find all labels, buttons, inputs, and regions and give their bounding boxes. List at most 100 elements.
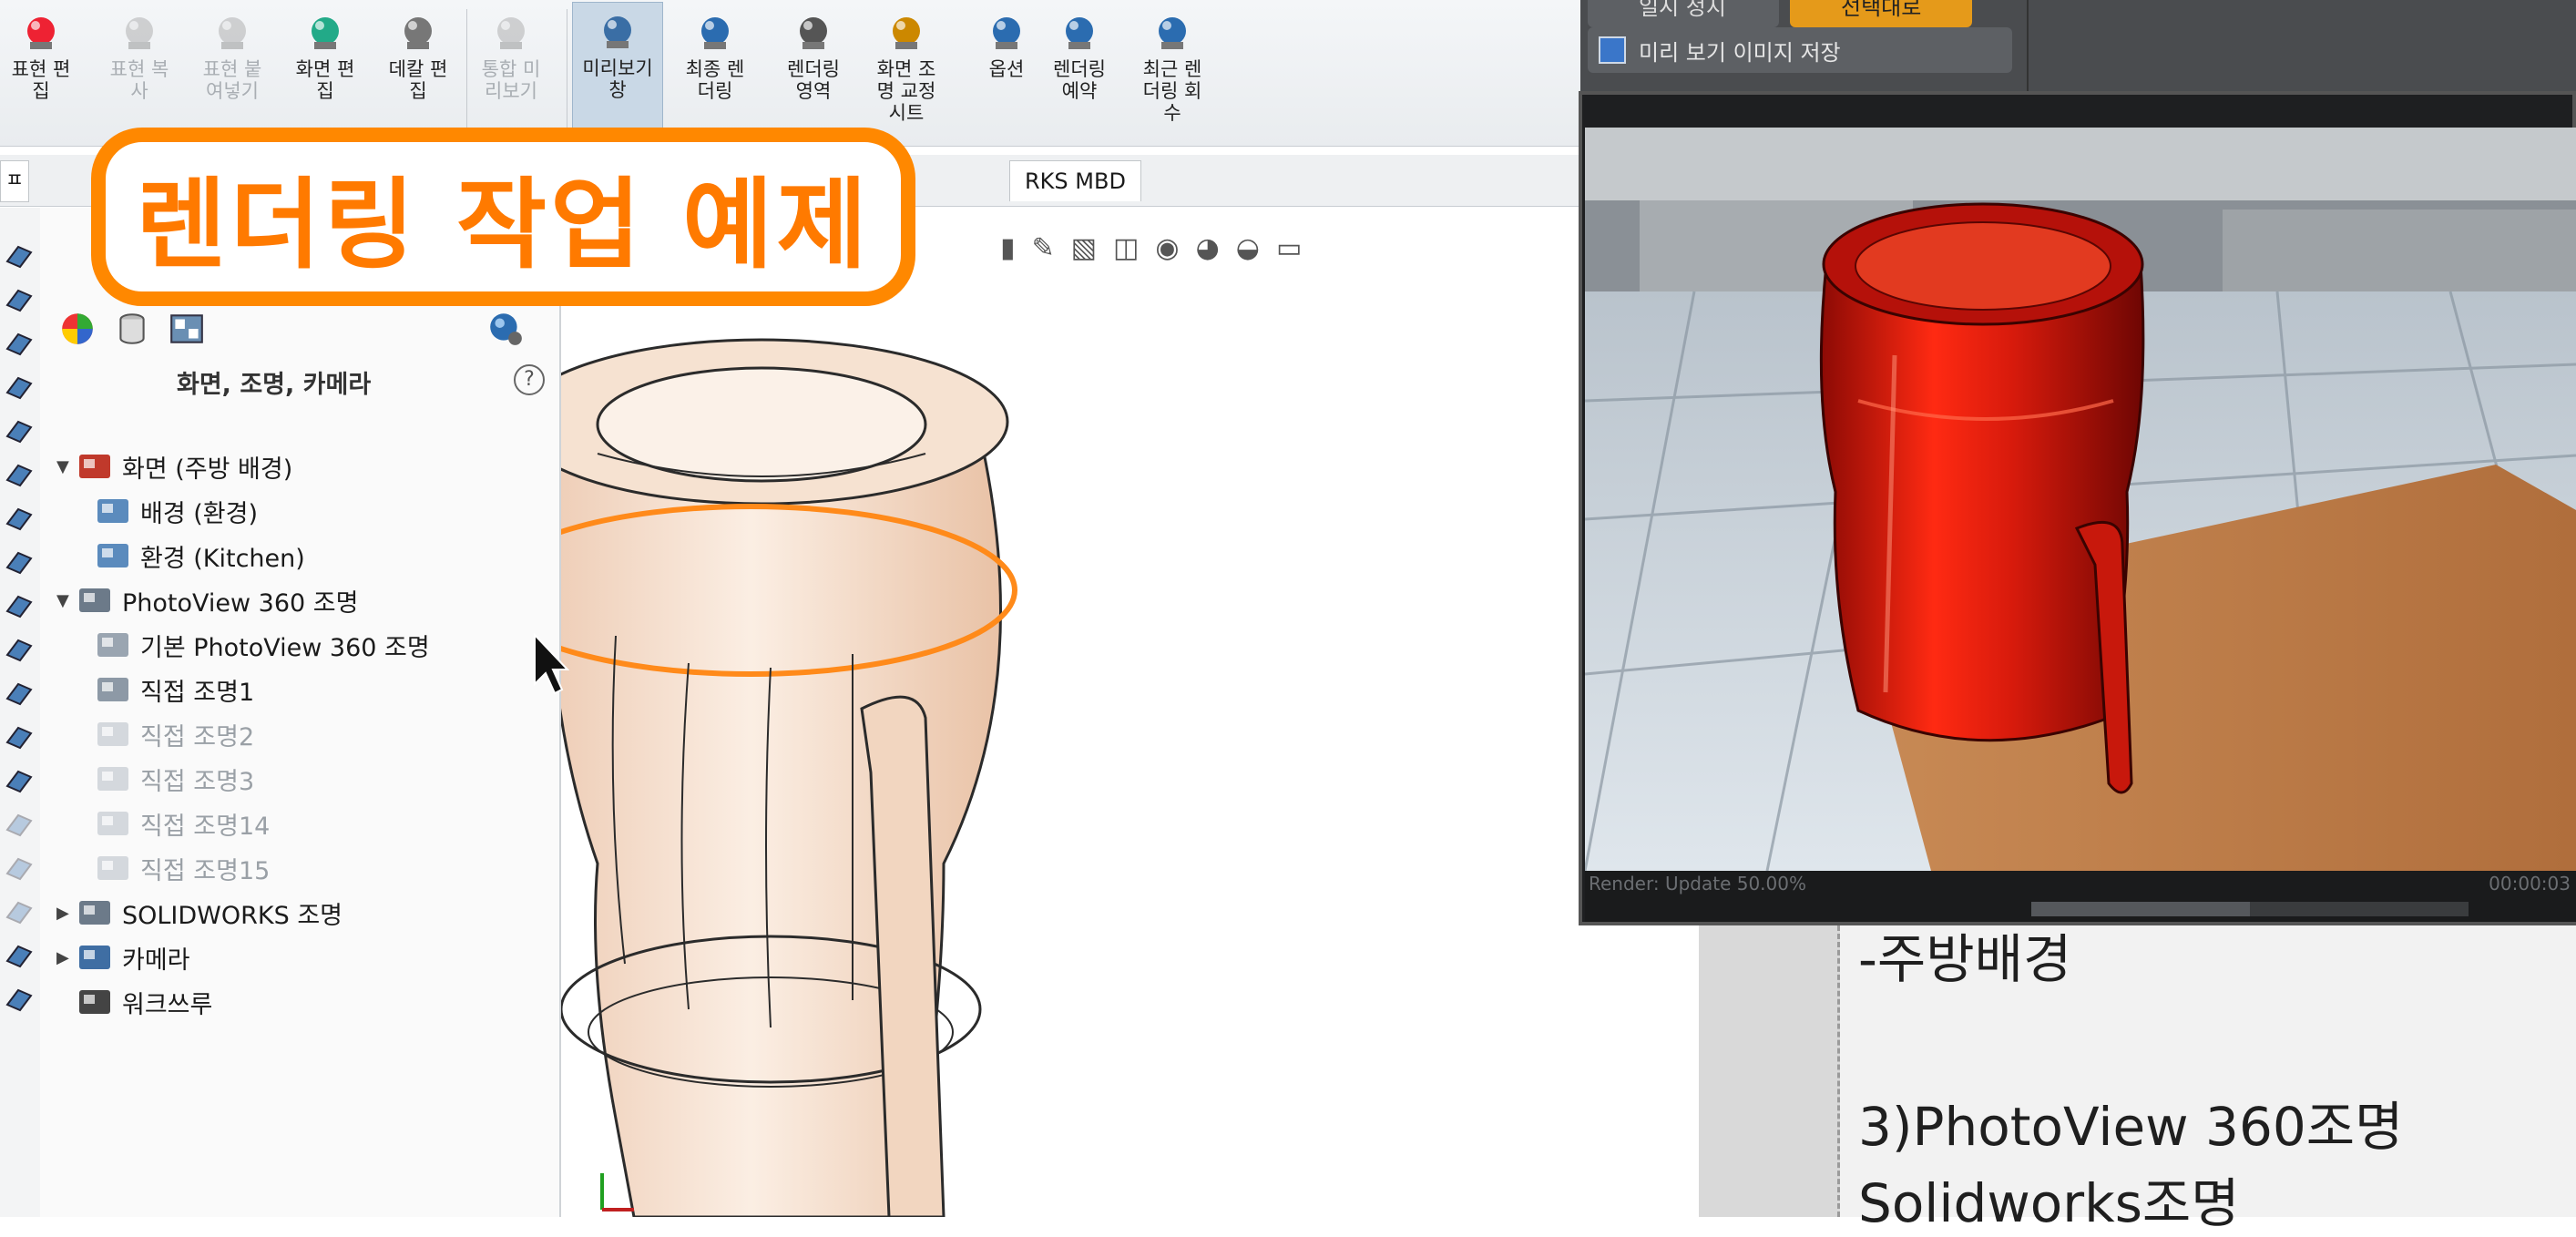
directional-light-icon: [97, 767, 128, 791]
ribbon-button-label: 표현 복 사: [109, 58, 169, 102]
integrated-preview-button[interactable]: 통합 미 리보기: [470, 13, 552, 140]
copy-appearance-button[interactable]: 표현 복 사: [98, 13, 180, 140]
ribbon-button-label: 통합 미 리보기: [481, 58, 541, 102]
fillet-icon[interactable]: [4, 414, 35, 445]
curves-icon[interactable]: [4, 852, 35, 883]
final-render-button[interactable]: 최종 렌 더링: [674, 13, 756, 140]
tree-item-label: 환경 (Kitchen): [140, 544, 305, 573]
appearance-icon[interactable]: [58, 310, 97, 348]
pause-button[interactable]: 일시 정지: [1588, 0, 1779, 27]
edit-appearance-button[interactable]: 표현 편 집: [0, 13, 82, 140]
decal-icon[interactable]: [113, 310, 151, 348]
panel-divider: [2027, 0, 2029, 91]
tree-item[interactable]: 직접 조명14: [95, 803, 270, 843]
tree-item[interactable]: ▼ 화면 (주방 배경): [56, 446, 292, 486]
more-icon[interactable]: [4, 983, 35, 1014]
tree-item[interactable]: 직접 조명3: [95, 759, 254, 799]
render-region-icon: [800, 17, 827, 49]
save-preview-image-button[interactable]: 미리 보기 이미지 저장: [1588, 27, 2012, 73]
boss-extrude-icon[interactable]: [4, 240, 35, 271]
tab-feature-manager[interactable]: ㅍ: [0, 160, 29, 202]
ribbon-button-label: 화면 편 집: [295, 58, 355, 102]
tree-item[interactable]: 직접 조명2: [95, 714, 254, 754]
chamfer-icon[interactable]: [4, 458, 35, 489]
render-region-button[interactable]: 렌더링 영역: [772, 13, 854, 140]
scene-illumination-proof-sheet-button[interactable]: 화면 조 명 교정 시트: [865, 13, 947, 140]
scene-settings-icon[interactable]: [486, 310, 525, 348]
paste-appearance-button[interactable]: 표현 붙 여넣기: [191, 13, 273, 140]
view-settings-icon[interactable]: ▧: [1071, 232, 1097, 264]
selection-mode-label: 선택대로: [1841, 0, 1922, 20]
tree-item-label: 직접 조명14: [140, 812, 271, 841]
ribbon-button-label: 데칼 편 집: [388, 58, 448, 102]
sketch-icon[interactable]: [4, 939, 35, 970]
tree-item[interactable]: 직접 조명15: [95, 848, 270, 888]
ribbon-button-label: 렌더링 영역: [787, 58, 840, 102]
scene-icon: [79, 455, 110, 478]
selection-mode-button[interactable]: 선택대로: [1790, 0, 1972, 27]
preview-window-button[interactable]: 미리보기 창: [572, 2, 663, 142]
draft-icon[interactable]: [4, 589, 35, 620]
tree-item[interactable]: 기본 PhotoView 360 조명: [95, 625, 430, 665]
directional-light-icon: [97, 812, 128, 835]
tree-item[interactable]: 배경 (환경): [95, 491, 258, 531]
schedule-render-button[interactable]: 렌더링 예약: [1038, 13, 1120, 140]
scene-illumination-proof-sheet-icon: [893, 17, 920, 49]
wrap-icon[interactable]: [4, 633, 35, 664]
camera-folder-icon: [79, 946, 110, 969]
collapse-arrow-icon[interactable]: ▼: [56, 457, 77, 476]
view-monitor-icon[interactable]: ▭: [1276, 232, 1302, 264]
tree-item[interactable]: ▶ SOLIDWORKS 조명: [56, 893, 342, 933]
tree-item-label: 화면 (주방 배경): [122, 455, 293, 484]
directional-light-icon: [97, 722, 128, 746]
tree-item-label: PhotoView 360 조명: [122, 588, 359, 618]
tree-item[interactable]: ▼ PhotoView 360 조명: [56, 580, 358, 620]
mirror-icon[interactable]: [4, 764, 35, 795]
render-status-bar: Render: Update 50.00% 00:00:03: [1585, 871, 2576, 922]
expand-arrow-icon[interactable]: ▶: [56, 904, 77, 923]
extrude-cut-icon[interactable]: [4, 371, 35, 402]
render-progress-fill: [2031, 902, 2250, 916]
revolve-icon[interactable]: [4, 283, 35, 314]
display-style-icon[interactable]: ◫: [1113, 232, 1139, 264]
ribbon-button-label: 렌더링 예약: [1053, 58, 1106, 102]
pattern-icon[interactable]: [4, 808, 35, 839]
tree-item[interactable]: 워크쓰루: [56, 982, 212, 1022]
edit-decal-button[interactable]: 데칼 편 집: [377, 13, 459, 140]
edit-scene-button[interactable]: 화면 편 집: [284, 13, 366, 140]
edit-appearance-icon[interactable]: ◕: [1196, 232, 1220, 264]
slide-margin: [1699, 925, 1840, 1217]
tree-item[interactable]: 직접 조명1: [95, 670, 254, 710]
mouse-cursor-icon: [534, 633, 569, 695]
walkthrough-icon: [79, 990, 110, 1014]
sweep-icon[interactable]: [4, 327, 35, 358]
paste-appearance-icon: [219, 17, 246, 49]
recent-renders-button[interactable]: 최근 렌 더링 회 수: [1131, 13, 1213, 140]
hide-show-icon[interactable]: ◉: [1155, 232, 1179, 264]
dome-icon[interactable]: [4, 677, 35, 708]
tree-item-label: 워크쓰루: [122, 990, 213, 1019]
view-orientation-icon[interactable]: ▮: [1000, 232, 1016, 264]
rib-icon[interactable]: [4, 502, 35, 533]
collapse-arrow-icon[interactable]: ▼: [56, 591, 77, 610]
tree-item[interactable]: ▶ 카메라: [56, 937, 190, 977]
intersect-icon[interactable]: [4, 721, 35, 751]
reference-icon[interactable]: [4, 895, 35, 926]
options-button[interactable]: 옵션: [966, 13, 1048, 140]
tree-item[interactable]: 환경 (Kitchen): [95, 536, 305, 576]
preview-window-icon: [604, 16, 631, 48]
scene-lights-cameras-icon[interactable]: [168, 310, 206, 348]
panel-title: 화면, 조명, 카메라: [177, 371, 372, 399]
expand-arrow-icon[interactable]: ▶: [56, 948, 77, 967]
apply-scene-icon[interactable]: ◒: [1236, 232, 1260, 264]
tab-mbd[interactable]: RKS MBD: [1009, 160, 1141, 201]
tree-item-label: SOLIDWORKS 조명: [122, 901, 343, 930]
ribbon-button-label: 옵션: [988, 58, 1025, 80]
graphics-viewport[interactable]: [561, 208, 1581, 1217]
slide-notes: -주방배경 3)PhotoView 360조명 Solidworks조명: [1840, 925, 2576, 1234]
tutorial-title-banner: 렌더링 작업 예제: [91, 128, 915, 306]
help-icon[interactable]: ?: [514, 364, 545, 395]
shell-icon[interactable]: [4, 546, 35, 577]
section-view-icon[interactable]: ✎: [1032, 232, 1055, 264]
tree-item-label: 직접 조명3: [140, 767, 255, 796]
